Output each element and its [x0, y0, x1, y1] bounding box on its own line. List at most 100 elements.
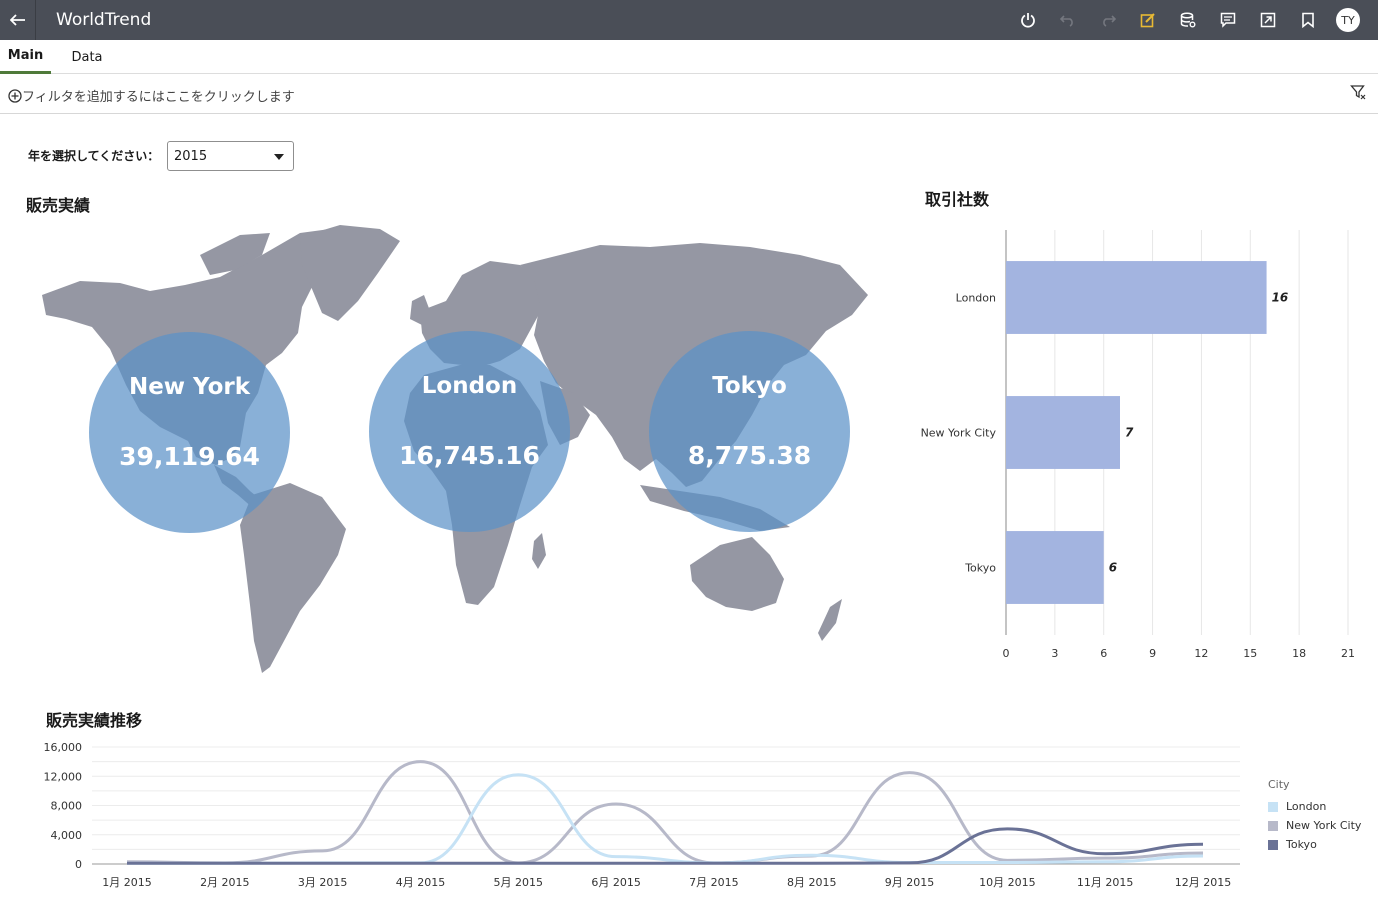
bubble-london[interactable]: London 16,745.16 [369, 331, 570, 532]
bubble-city-label: Tokyo [712, 373, 787, 399]
bar [1006, 261, 1267, 334]
x-tick-label: 2月 2015 [200, 876, 250, 889]
arrow-left-icon [9, 14, 25, 26]
edit-button[interactable] [1128, 0, 1168, 40]
land-new-zealand [818, 599, 842, 641]
legend-label: New York City [1286, 819, 1362, 832]
land-south-america [240, 483, 346, 673]
bookmark-icon [1302, 12, 1314, 28]
power-button[interactable] [1008, 0, 1048, 40]
trend-legend: City London New York City Tokyo [1268, 778, 1361, 854]
y-tick-label: 0 [75, 858, 82, 871]
filter-options-button[interactable] [1350, 84, 1366, 104]
x-tick-label: 8月 2015 [787, 876, 837, 889]
bubble-new-york[interactable]: New York 39,119.64 [89, 332, 290, 533]
tab-data[interactable]: Data [64, 40, 110, 74]
series-line-london [127, 773, 1204, 865]
trend-chart-title: 販売実績推移 [46, 711, 143, 730]
sales-trend-line-chart: 0 4,000 8,000 12,000 16,000 1月 2015 2月 2015 3月 … [44, 741, 1240, 889]
category-label: New York City [921, 427, 997, 440]
add-filter-button[interactable]: フィルタを追加するにはここをクリックします [8, 86, 295, 105]
legend-swatch [1268, 801, 1278, 812]
x-tick-label: 6 [1100, 647, 1107, 660]
caret-down-icon [274, 154, 284, 160]
legend-label: London [1286, 800, 1327, 813]
x-tick-label: 7月 2015 [689, 876, 739, 889]
x-tick-label: 12 [1194, 647, 1208, 660]
data-source-button[interactable] [1168, 0, 1208, 40]
comment-button[interactable] [1208, 0, 1248, 40]
tab-bar: Main Data [0, 40, 1378, 74]
bar [1006, 396, 1120, 469]
category-label: London [956, 292, 996, 305]
land-greenland [300, 225, 400, 321]
x-tick-label: 9 [1149, 647, 1156, 660]
y-tick-label: 12,000 [44, 770, 83, 783]
year-select-value: 2015 [174, 149, 208, 164]
bubble-city-label: New York [128, 374, 251, 400]
filter-icon [1350, 85, 1366, 100]
top-bar: WorldTrend TY [0, 0, 1378, 40]
tab-main[interactable]: Main [0, 40, 51, 74]
partners-bar-chart: 0 3 6 9 12 15 18 21 London 16 New York City 7 Tokyo 6 [921, 230, 1355, 660]
bar [1006, 531, 1104, 604]
series-line-new-york-city [126, 760, 1204, 865]
legend-item-new-york-city[interactable]: New York City [1268, 816, 1361, 835]
year-select[interactable]: 2015 [167, 141, 294, 171]
undo-button[interactable] [1048, 0, 1088, 40]
data-source-icon [1180, 12, 1196, 28]
redo-button[interactable] [1088, 0, 1128, 40]
export-icon [1260, 12, 1276, 28]
edit-icon [1140, 13, 1155, 28]
bubble-city-label: London [421, 373, 518, 399]
x-tick-label: 18 [1292, 647, 1306, 660]
x-tick-label: 3月 2015 [298, 876, 348, 889]
legend-item-tokyo[interactable]: Tokyo [1268, 835, 1361, 854]
x-tick-label: 10月 2015 [979, 876, 1036, 889]
plus-circle-icon [8, 88, 22, 103]
filter-bar: フィルタを追加するにはここをクリックします [0, 74, 1378, 114]
legend-label: Tokyo [1286, 838, 1317, 851]
legend-item-london[interactable]: London [1268, 797, 1361, 816]
x-tick-label: 21 [1341, 647, 1355, 660]
x-tick-label: 3 [1051, 647, 1058, 660]
export-button[interactable] [1248, 0, 1288, 40]
x-tick-label: 5月 2015 [494, 876, 544, 889]
y-tick-label: 16,000 [44, 741, 83, 754]
x-tick-label: 12月 2015 [1175, 876, 1232, 889]
bubble-tokyo[interactable]: Tokyo 8,775.38 [649, 331, 850, 532]
bubble-value-label: 39,119.64 [119, 442, 260, 471]
year-label: 年を選択してください： [28, 149, 160, 163]
bubble-value-label: 8,775.38 [687, 441, 812, 470]
power-icon [1021, 13, 1035, 28]
x-tick-label: 1月 2015 [102, 876, 152, 889]
toolbar: TY [1008, 0, 1360, 40]
legend-title: City [1268, 778, 1290, 791]
comment-icon [1220, 12, 1236, 28]
bubble-value-label: 16,745.16 [399, 441, 540, 470]
category-label: Tokyo [964, 562, 996, 575]
x-tick-label: 9月 2015 [885, 876, 935, 889]
x-tick-label: 4月 2015 [396, 876, 446, 889]
redo-icon [1103, 15, 1116, 27]
y-tick-label: 8,000 [51, 800, 83, 813]
land-australia [690, 537, 784, 611]
bar-value-label: 6 [1109, 561, 1117, 575]
back-button[interactable] [0, 0, 36, 40]
undo-icon [1060, 15, 1073, 27]
land-madagascar [532, 533, 546, 569]
x-tick-label: 11月 2015 [1077, 876, 1134, 889]
sales-map-title: 販売実績 [26, 196, 91, 215]
add-filter-label: フィルタを追加するにはここをクリックします [22, 90, 295, 105]
x-tick-label: 6月 2015 [591, 876, 641, 889]
app-title: WorldTrend [56, 10, 152, 30]
x-tick-label: 0 [1003, 647, 1010, 660]
bookmark-button[interactable] [1288, 0, 1328, 40]
partners-chart-title: 取引社数 [925, 190, 990, 209]
x-tick-label: 15 [1243, 647, 1257, 660]
bar-value-label: 7 [1125, 426, 1134, 440]
y-tick-label: 4,000 [51, 829, 83, 842]
bar-value-label: 16 [1272, 291, 1289, 305]
legend-swatch [1268, 839, 1278, 850]
user-avatar[interactable]: TY [1336, 8, 1360, 32]
